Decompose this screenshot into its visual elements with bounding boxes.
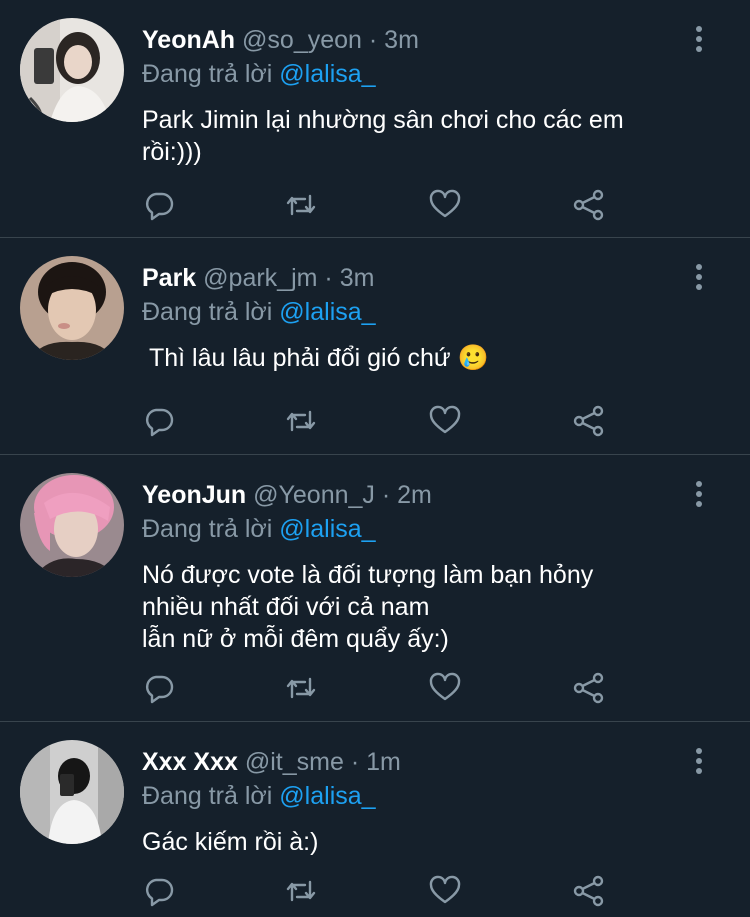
retweet-icon[interactable] (284, 874, 318, 908)
more-options-icon[interactable] (694, 264, 704, 290)
share-icon[interactable] (572, 671, 606, 705)
tweet-actions (142, 874, 622, 908)
replying-prefix: Đang trả lời (142, 60, 273, 88)
display-name[interactable]: YeonJun (142, 481, 246, 509)
tweet[interactable]: Xxx Xxx @it_sme · 1m Đang trả lời @lalis… (0, 722, 750, 917)
tweet-actions (142, 188, 622, 222)
avatar[interactable] (20, 740, 124, 844)
tweet-text: Nó được vote là đối tượng làm bạn hỏny n… (142, 561, 594, 653)
timestamp[interactable]: 2m (397, 481, 432, 509)
separator-dot: · (381, 481, 391, 509)
replying-prefix: Đang trả lời (142, 515, 273, 543)
username[interactable]: @it_sme (245, 748, 344, 776)
tweet-text: Park Jimin lại nhường sân chơi cho các e… (142, 106, 624, 166)
mention-link[interactable]: @lalisa_ (279, 782, 375, 810)
heart-icon[interactable] (428, 874, 462, 908)
tweet-header: Park @park_jm · 3m (142, 262, 690, 294)
retweet-icon[interactable] (284, 671, 318, 705)
avatar[interactable] (20, 18, 124, 122)
reply-icon[interactable] (142, 671, 176, 705)
replying-prefix: Đang trả lời (142, 298, 273, 326)
mention-link[interactable]: @lalisa_ (279, 298, 375, 326)
avatar[interactable] (20, 473, 124, 577)
reply-icon[interactable] (142, 874, 176, 908)
timestamp[interactable]: 3m (384, 26, 419, 54)
share-icon[interactable] (572, 874, 606, 908)
username[interactable]: @Yeonn_J (253, 481, 375, 509)
more-options-icon[interactable] (694, 748, 704, 774)
tweet[interactable]: YeonJun @Yeonn_J · 2m Đang trả lời @lali… (0, 455, 750, 722)
heart-icon[interactable] (428, 671, 462, 705)
tweet-actions (142, 671, 622, 705)
more-options-icon[interactable] (694, 26, 704, 52)
mention-link[interactable]: @lalisa_ (279, 515, 375, 543)
retweet-icon[interactable] (284, 188, 318, 222)
share-icon[interactable] (572, 188, 606, 222)
display-name[interactable]: Xxx Xxx (142, 748, 238, 776)
tweet-header: Xxx Xxx @it_sme · 1m (142, 746, 690, 778)
mention-link[interactable]: @lalisa_ (279, 60, 375, 88)
replying-prefix: Đang trả lời (142, 782, 273, 810)
tweet-text: Thì lâu lâu phải đổi gió chứ 🥲 (142, 344, 489, 372)
separator-dot: · (368, 26, 378, 54)
replying-to: Đang trả lời @lalisa_ (142, 780, 690, 812)
tweet-header: YeonJun @Yeonn_J · 2m (142, 479, 690, 511)
tweet-actions (142, 404, 622, 438)
tweet-header: YeonAh @so_yeon · 3m (142, 24, 690, 56)
display-name[interactable]: YeonAh (142, 26, 235, 54)
separator-dot: · (324, 264, 333, 292)
timestamp[interactable]: 1m (366, 748, 401, 776)
reply-icon[interactable] (142, 188, 176, 222)
avatar[interactable] (20, 256, 124, 360)
tweet-text: Gác kiếm rồi à:) (142, 828, 319, 856)
heart-icon[interactable] (428, 404, 462, 438)
replying-to: Đang trả lời @lalisa_ (142, 513, 690, 545)
replying-to: Đang trả lời @lalisa_ (142, 58, 690, 90)
display-name[interactable]: Park (142, 264, 196, 292)
retweet-icon[interactable] (284, 404, 318, 438)
reply-icon[interactable] (142, 404, 176, 438)
username[interactable]: @so_yeon (242, 26, 362, 54)
share-icon[interactable] (572, 404, 606, 438)
username[interactable]: @park_jm (203, 264, 317, 292)
tweet[interactable]: YeonAh @so_yeon · 3m Đang trả lời @lalis… (0, 0, 750, 238)
tweet[interactable]: Park @park_jm · 3m Đang trả lời @lalisa_… (0, 238, 750, 455)
replying-to: Đang trả lời @lalisa_ (142, 296, 690, 328)
more-options-icon[interactable] (694, 481, 704, 507)
heart-icon[interactable] (428, 188, 462, 222)
timestamp[interactable]: 3m (340, 264, 375, 292)
separator-dot: · (350, 748, 360, 776)
